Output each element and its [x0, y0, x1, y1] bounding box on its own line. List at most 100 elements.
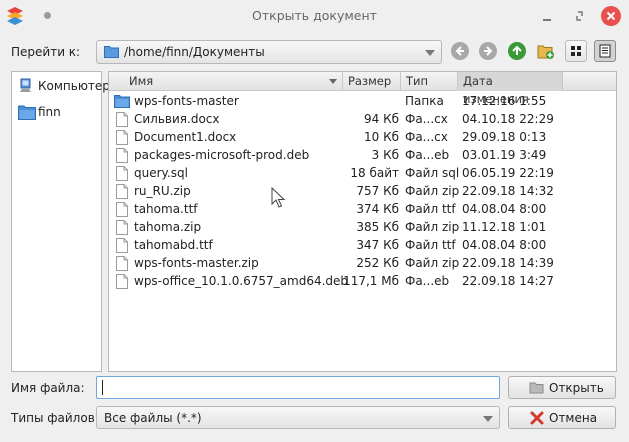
file-type: Фа...сх — [405, 130, 448, 144]
file-size: 385 Кб — [356, 220, 399, 234]
file-date: 04.08.04 8:00 — [462, 238, 547, 252]
open-button-label: Открыть — [549, 381, 604, 395]
file-size: 10 Кб — [363, 130, 399, 144]
file-icon — [116, 112, 128, 127]
current-path: /home/finn/Документы — [124, 45, 265, 59]
file-size: 117,1 Мб — [343, 274, 399, 288]
filetype-select[interactable]: Все файлы (*.*) — [96, 406, 500, 429]
file-icon — [116, 130, 128, 145]
file-icon — [116, 220, 128, 235]
place-item-computer[interactable]: Компьютер — [16, 76, 110, 96]
file-size: 3 Кб — [371, 148, 399, 162]
maximize-icon — [576, 11, 583, 21]
file-size: 347 Кб — [356, 238, 399, 252]
close-icon — [606, 11, 616, 21]
folder-icon — [104, 46, 119, 58]
goto-label: Перейти к: — [11, 45, 81, 59]
file-name: Document1.docx — [134, 130, 237, 144]
list-icon — [599, 44, 611, 58]
file-name: wps-office_10.1.0.6757_amd64.deb — [134, 274, 349, 288]
file-date: 03.01.19 3:49 — [462, 148, 547, 162]
file-date: 22.09.18 14:27 — [462, 274, 554, 288]
file-row[interactable]: wps-office_10.1.0.6757_amd64.deb 117,1 Мб… — [109, 272, 616, 290]
file-date: 22.09.18 14:39 — [462, 256, 554, 270]
file-row[interactable]: tahoma.zip 385 Кб Файл zip 11.12.18 1:01 — [109, 218, 616, 236]
file-list-header: Имя Размер Тип Дата изменения — [109, 72, 616, 106]
close-button[interactable] — [601, 6, 621, 26]
places-panel: Компьютер finn — [11, 71, 110, 372]
file-name: packages-microsoft-prod.deb — [134, 148, 310, 162]
file-date: 06.05.19 22:19 — [462, 166, 554, 180]
file-row[interactable]: query.sql 18 байт Файл sql 06.05.19 22:19 — [109, 164, 616, 182]
file-date: 11.12.18 1:01 — [462, 220, 547, 234]
folder-icon — [114, 95, 130, 108]
file-date: 29.09.18 0:13 — [462, 130, 547, 144]
file-row[interactable]: Document1.docx 10 Кб Фа...сх 29.09.18 0:13 — [109, 128, 616, 146]
column-header-size[interactable]: Размер — [343, 72, 401, 91]
file-row[interactable]: ru_RU.zip 757 Кб Файл zip 22.09.18 14:32 — [109, 182, 616, 200]
file-row[interactable]: wps-fonts-master.zip 252 Кб Файл zip 22.09.… — [109, 254, 616, 272]
file-icon — [116, 274, 128, 289]
file-type: Файл zip — [405, 184, 460, 198]
file-name: ru_RU.zip — [134, 184, 191, 198]
forward-button[interactable] — [479, 42, 497, 60]
detail-view-button[interactable] — [594, 40, 616, 62]
file-type: Фа...сх — [405, 112, 448, 126]
file-name: tahomabd.ttf — [134, 238, 213, 252]
file-size: 94 Кб — [363, 112, 399, 126]
column-header-name[interactable]: Имя — [109, 72, 343, 91]
file-row[interactable]: Сильвия.docx 94 Кб Фа...сх 04.10.18 22:29 — [109, 110, 616, 128]
folder-icon — [18, 105, 36, 120]
text-caret — [102, 380, 103, 395]
file-list: Имя Размер Тип Дата изменения wps-fonts-… — [108, 71, 617, 372]
file-row[interactable]: packages-microsoft-prod.deb 3 Кб Фа...eb 03… — [109, 146, 616, 164]
file-type: Папка — [405, 94, 444, 108]
title-bar: Открыть документ — [0, 0, 629, 32]
path-combo[interactable]: /home/finn/Документы — [96, 40, 442, 64]
file-icon — [116, 184, 128, 199]
file-type: Файл ttf — [405, 238, 456, 252]
up-button[interactable] — [508, 42, 526, 60]
file-type: Фа...eb — [405, 148, 450, 162]
open-button[interactable]: Открыть — [508, 376, 616, 399]
arrow-left-icon — [455, 46, 464, 56]
file-icon — [116, 256, 128, 271]
file-date: 22.09.18 14:32 — [462, 184, 554, 198]
minimize-button[interactable] — [540, 6, 560, 26]
filetype-selected: Все файлы (*.*) — [104, 411, 202, 425]
file-size: 374 Кб — [356, 202, 399, 216]
file-name: wps-fonts-master — [134, 94, 239, 108]
file-name: tahoma.zip — [134, 220, 202, 234]
cancel-button[interactable]: Отмена — [508, 406, 616, 429]
file-row[interactable]: wps-fonts-master Папка 17.12.16 1:55 — [109, 92, 616, 110]
folder-open-icon — [529, 382, 544, 394]
mouse-pointer-icon — [271, 187, 285, 208]
arrow-up-icon — [512, 45, 522, 55]
icon-view-button[interactable] — [565, 40, 587, 62]
grid-icon — [571, 46, 581, 56]
file-row[interactable]: tahomabd.ttf 347 Кб Файл ttf 04.08.04 8:00 — [109, 236, 616, 254]
file-name: wps-fonts-master.zip — [134, 256, 259, 270]
file-row[interactable]: tahoma.ttf 374 Кб Файл ttf 04.08.04 8:00 — [109, 200, 616, 218]
file-date: 04.10.18 22:29 — [462, 112, 554, 126]
new-folder-icon[interactable] — [537, 42, 555, 60]
place-label: finn — [38, 105, 61, 119]
file-type: Фа...eb — [405, 274, 450, 288]
cancel-button-label: Отмена — [549, 411, 598, 425]
computer-icon — [20, 78, 31, 92]
filetype-label: Типы файлов: — [11, 411, 99, 425]
file-size: 18 байт — [350, 166, 399, 180]
filename-input[interactable] — [96, 376, 500, 399]
file-icon — [116, 202, 128, 217]
place-label: Компьютер — [38, 79, 110, 93]
file-date: 04.08.04 8:00 — [462, 202, 547, 216]
file-icon — [116, 148, 128, 163]
window-title: Открыть документ — [252, 8, 377, 23]
back-button[interactable] — [451, 42, 469, 60]
column-header-date[interactable]: Дата изменения — [458, 72, 563, 106]
arrow-right-icon — [484, 46, 493, 56]
maximize-button[interactable] — [570, 6, 590, 26]
column-header-type[interactable]: Тип — [401, 72, 458, 91]
chevron-down-icon — [425, 50, 435, 56]
place-item-finn[interactable]: finn — [16, 102, 102, 122]
